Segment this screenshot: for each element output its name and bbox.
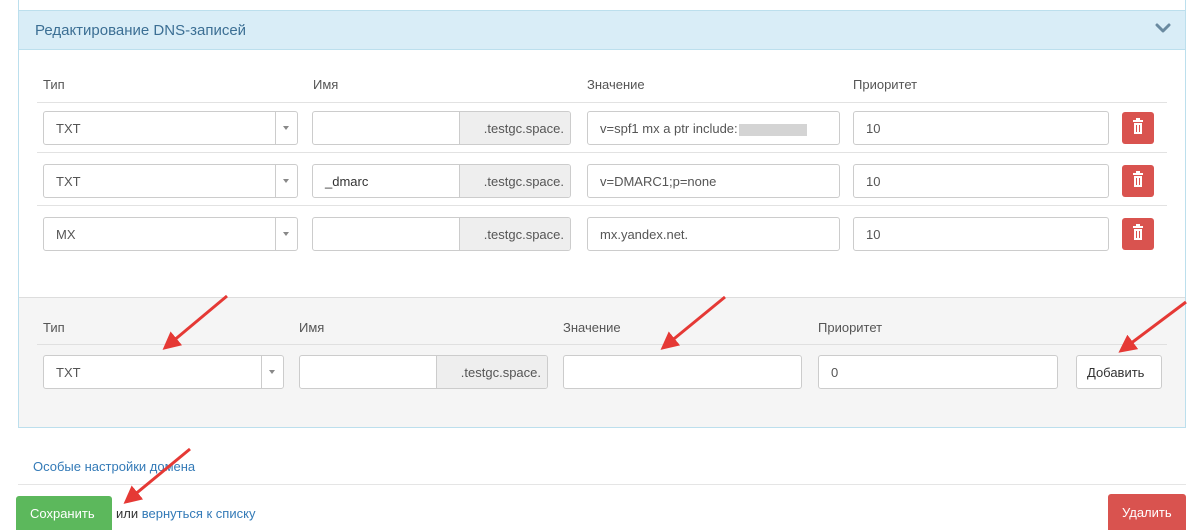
select-caret-icon (275, 112, 297, 144)
select-caret-icon (261, 356, 283, 388)
record-name-input[interactable] (313, 112, 460, 144)
new-record-name-group: .testgc.space. (299, 355, 548, 389)
delete-record-button[interactable] (1122, 112, 1154, 144)
record-type-select[interactable]: TXT (43, 111, 298, 145)
delete-record-button[interactable] (1122, 218, 1154, 250)
trash-icon (1133, 118, 1143, 134)
domain-suffix-addon: .testgc.space. (459, 218, 570, 250)
trash-icon (1133, 171, 1143, 187)
new-record-name-input[interactable] (300, 356, 437, 388)
row-divider (37, 205, 1167, 206)
header-type: Тип (43, 77, 65, 92)
back-to-list-link[interactable]: вернуться к списку (142, 506, 256, 521)
record-type-value: TXT (56, 174, 81, 189)
record-value-input[interactable]: v=spf1 mx a ptr include: (587, 111, 840, 145)
panel-heading[interactable]: Редактирование DNS-записей (19, 10, 1185, 50)
new-record-priority-input[interactable]: 0 (818, 355, 1058, 389)
chevron-down-icon[interactable] (1155, 20, 1171, 36)
new-header-priority: Приоритет (818, 320, 883, 335)
record-name-input[interactable] (313, 218, 460, 250)
new-header-divider (37, 344, 1167, 345)
or-text: или вернуться к списку (116, 506, 256, 521)
trash-icon (1133, 224, 1143, 240)
header-divider (37, 102, 1167, 103)
select-caret-icon (275, 218, 297, 250)
save-button[interactable]: Сохранить (16, 496, 112, 530)
record-name-group: _dmarc .testgc.space. (312, 164, 571, 198)
domain-suffix-addon: .testgc.space. (459, 112, 570, 144)
footer-divider (18, 484, 1186, 485)
new-header-name: Имя (299, 320, 325, 335)
record-priority-input[interactable]: 10 (853, 164, 1109, 198)
new-record-type-select[interactable]: TXT (43, 355, 284, 389)
new-record-type-value: TXT (56, 365, 81, 380)
row-divider (37, 152, 1167, 153)
record-priority-input[interactable]: 10 (853, 111, 1109, 145)
new-header-type: Тип (43, 320, 65, 335)
header-value: Значение (587, 77, 645, 92)
record-name-group: .testgc.space. (312, 217, 571, 251)
add-record-section: Тип Имя Значение Приоритет TXT .testgc.s… (19, 297, 1185, 427)
header-name: Имя (313, 77, 339, 92)
record-value-input[interactable]: v=DMARC1;p=none (587, 164, 840, 198)
record-type-value: MX (56, 227, 76, 242)
redacted-block (738, 123, 807, 136)
dns-records-panel: Редактирование DNS-записей Тип Имя Значе… (18, 0, 1186, 428)
record-value-text: v=spf1 mx a ptr include: (600, 121, 738, 136)
record-priority-input[interactable]: 10 (853, 217, 1109, 251)
record-name-group: .testgc.space. (312, 111, 571, 145)
delete-record-button[interactable] (1122, 165, 1154, 197)
domain-suffix-addon: .testgc.space. (436, 356, 547, 388)
select-caret-icon (275, 165, 297, 197)
new-header-value: Значение (563, 320, 621, 335)
panel-title: Редактирование DNS-записей (35, 22, 247, 39)
add-record-button[interactable]: Добавить (1076, 355, 1162, 389)
header-priority: Приоритет (853, 77, 918, 92)
record-type-value: TXT (56, 121, 81, 136)
record-name-input[interactable]: _dmarc (313, 165, 460, 197)
annotation-arrow (123, 447, 191, 504)
record-type-select[interactable]: TXT (43, 164, 298, 198)
special-domain-settings-link[interactable]: Особые настройки домена (33, 459, 195, 474)
new-record-value-input[interactable] (563, 355, 802, 389)
record-value-input[interactable]: mx.yandex.net. (587, 217, 840, 251)
record-type-select[interactable]: MX (43, 217, 298, 251)
domain-suffix-addon: .testgc.space. (459, 165, 570, 197)
delete-domain-button[interactable]: Удалить (1108, 494, 1186, 530)
